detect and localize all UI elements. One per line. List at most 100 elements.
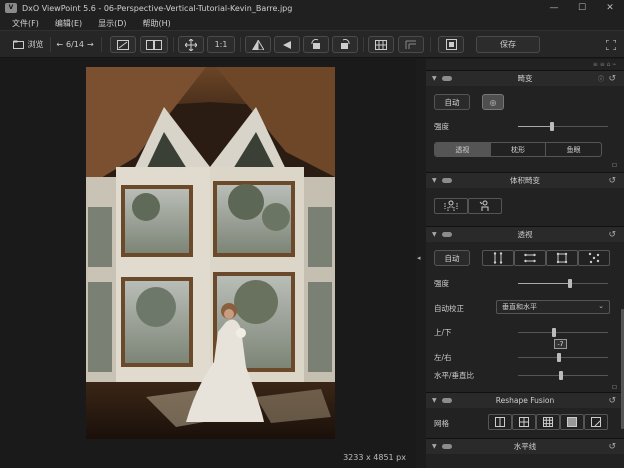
distortion-intensity-slider[interactable] xyxy=(518,122,608,131)
distortion-header[interactable]: ▼ 畸变 ⓘ ↺ xyxy=(426,71,624,86)
toolbar-divider xyxy=(173,37,174,52)
grid-option-4[interactable] xyxy=(560,414,584,430)
export-icon xyxy=(445,39,457,50)
collapse-caret-icon[interactable]: ▼ xyxy=(432,443,437,450)
perspective-title: 透视 xyxy=(517,230,533,239)
maximize-button[interactable]: ☐ xyxy=(568,0,596,16)
slider-knob[interactable] xyxy=(568,279,573,288)
mirror-button[interactable] xyxy=(274,36,300,53)
lens-profile-button[interactable]: ◎ xyxy=(482,94,504,110)
grid-option-3[interactable] xyxy=(536,414,560,430)
section-toggle[interactable] xyxy=(442,178,452,183)
image-navigator: ← 6/14 → xyxy=(54,36,96,53)
reshape-header[interactable]: ▼ Reshape Fusion ↺ xyxy=(426,393,624,408)
vertical-slider[interactable] xyxy=(518,328,608,337)
vertical-lines-button[interactable] xyxy=(482,250,514,266)
collapse-caret-icon[interactable]: ▼ xyxy=(432,75,437,82)
pan-button[interactable] xyxy=(178,36,204,53)
auto-correct-label: 自动校正 xyxy=(434,304,464,313)
horizon-title: 水平线 xyxy=(513,442,537,451)
panel-top-tools[interactable]: ≡ ≡ ⌂ ⌁ xyxy=(426,59,624,70)
mode-fisheye[interactable]: 鱼眼 xyxy=(546,143,601,156)
collapse-caret-icon[interactable]: ▼ xyxy=(432,231,437,238)
perspective-body: 自动 强度 自动校正 垂直和水平 ⌄ 上/下 -7 左/右 水平/垂直比 ▫ xyxy=(426,242,624,392)
panel-collapse-handle[interactable]: ◂ xyxy=(417,254,425,268)
menu-help[interactable]: 帮助(H) xyxy=(143,18,171,29)
grid-edit-icon xyxy=(591,417,601,427)
collapse-caret-icon[interactable]: ▼ xyxy=(432,397,437,404)
menu-file[interactable]: 文件(F) xyxy=(12,18,39,29)
prev-image-button[interactable]: ← xyxy=(56,40,63,49)
volume-diagonal-button[interactable] xyxy=(468,198,502,214)
resize-grip-icon[interactable]: ▫ xyxy=(612,160,617,169)
export-button[interactable] xyxy=(438,36,464,53)
slider-knob[interactable] xyxy=(559,371,564,380)
browse-label: 浏览 xyxy=(27,40,44,49)
menu-edit[interactable]: 编辑(E) xyxy=(55,18,82,29)
reset-icon[interactable]: ↺ xyxy=(608,74,616,84)
person-diagonal-icon xyxy=(479,200,489,211)
perspective-header[interactable]: ▼ 透视 ↺ xyxy=(426,227,624,242)
horizon-header[interactable]: ▼ 水平线 ↺ xyxy=(426,439,624,454)
section-toggle[interactable] xyxy=(442,76,452,81)
grid-custom-button[interactable] xyxy=(584,414,608,430)
next-image-button[interactable]: → xyxy=(87,40,94,49)
eight-points-button[interactable] xyxy=(578,250,610,266)
save-button[interactable]: 保存 xyxy=(476,36,540,53)
perspective-auto-button[interactable]: 自动 xyxy=(434,250,470,266)
info-icon[interactable]: ⓘ xyxy=(598,74,604,83)
rotate-right-button[interactable] xyxy=(332,36,358,53)
section-toggle[interactable] xyxy=(442,398,452,403)
reset-icon[interactable]: ↺ xyxy=(608,396,616,406)
volume-header[interactable]: ▼ 体积畸变 ↺ xyxy=(426,173,624,188)
grid-option-1[interactable] xyxy=(488,414,512,430)
rectangle-button[interactable] xyxy=(546,250,578,266)
resize-grip-icon[interactable]: ▫ xyxy=(612,382,617,391)
grid-medium-icon xyxy=(519,417,529,427)
grid-label: 网格 xyxy=(434,419,449,428)
auto-correct-select[interactable]: 垂直和水平 ⌄ xyxy=(496,300,610,314)
volume-horizontal-button[interactable] xyxy=(434,198,468,214)
toolbar: 浏览 ← 6/14 → 1:1 保存 xyxy=(0,30,624,58)
guides-button[interactable] xyxy=(398,36,424,53)
horizontal-slider[interactable] xyxy=(518,353,608,362)
minimize-button[interactable]: — xyxy=(540,0,568,16)
fullscreen-button[interactable] xyxy=(604,36,618,53)
slider-knob[interactable] xyxy=(550,122,555,131)
compare-button[interactable] xyxy=(110,36,136,53)
perspective-intensity-slider[interactable] xyxy=(518,279,608,288)
reset-icon[interactable]: ↺ xyxy=(608,230,616,240)
zoom-1-1-button[interactable]: 1:1 xyxy=(207,36,235,53)
vertical-value-tooltip: -7 xyxy=(554,339,567,349)
toolbar-divider xyxy=(240,37,241,52)
vertical-lines-icon xyxy=(493,252,503,264)
rotate-left-button[interactable] xyxy=(303,36,329,53)
browse-button[interactable]: 浏览 xyxy=(8,36,48,53)
auto-correct-value: 垂直和水平 xyxy=(502,303,537,311)
chevron-down-icon: ⌄ xyxy=(598,302,604,310)
distortion-section: ▼ 畸变 ⓘ ↺ 自动 ◎ 强度 透视 枕形 鱼眼 ▫ xyxy=(426,70,624,172)
menu-display[interactable]: 显示(D) xyxy=(98,18,126,29)
grid-button[interactable] xyxy=(368,36,394,53)
toolbar-divider xyxy=(101,37,102,52)
close-button[interactable]: ✕ xyxy=(596,0,624,16)
image-viewer[interactable]: 3233 x 4851 px xyxy=(0,59,416,468)
reset-icon[interactable]: ↺ xyxy=(608,176,616,186)
slider-knob[interactable] xyxy=(552,328,556,337)
grid-option-2[interactable] xyxy=(512,414,536,430)
section-toggle[interactable] xyxy=(442,444,452,449)
perspective-section: ▼ 透视 ↺ 自动 强度 自动校正 垂直和水平 ⌄ 上/下 -7 左/右 水平/… xyxy=(426,226,624,392)
reset-icon[interactable]: ↺ xyxy=(608,442,616,452)
photo-canvas[interactable] xyxy=(86,67,335,439)
horizontal-lines-button[interactable] xyxy=(514,250,546,266)
distortion-auto-button[interactable]: 自动 xyxy=(434,94,470,110)
collapse-caret-icon[interactable]: ▼ xyxy=(432,177,437,184)
split-view-button[interactable] xyxy=(140,36,168,53)
rectangle-icon xyxy=(556,252,568,264)
flip-button[interactable] xyxy=(245,36,271,53)
ratio-slider[interactable] xyxy=(518,371,608,380)
mode-pincushion[interactable]: 枕形 xyxy=(491,143,547,156)
section-toggle[interactable] xyxy=(442,232,452,237)
mode-perspective[interactable]: 透视 xyxy=(435,143,491,156)
slider-knob[interactable] xyxy=(556,353,561,362)
